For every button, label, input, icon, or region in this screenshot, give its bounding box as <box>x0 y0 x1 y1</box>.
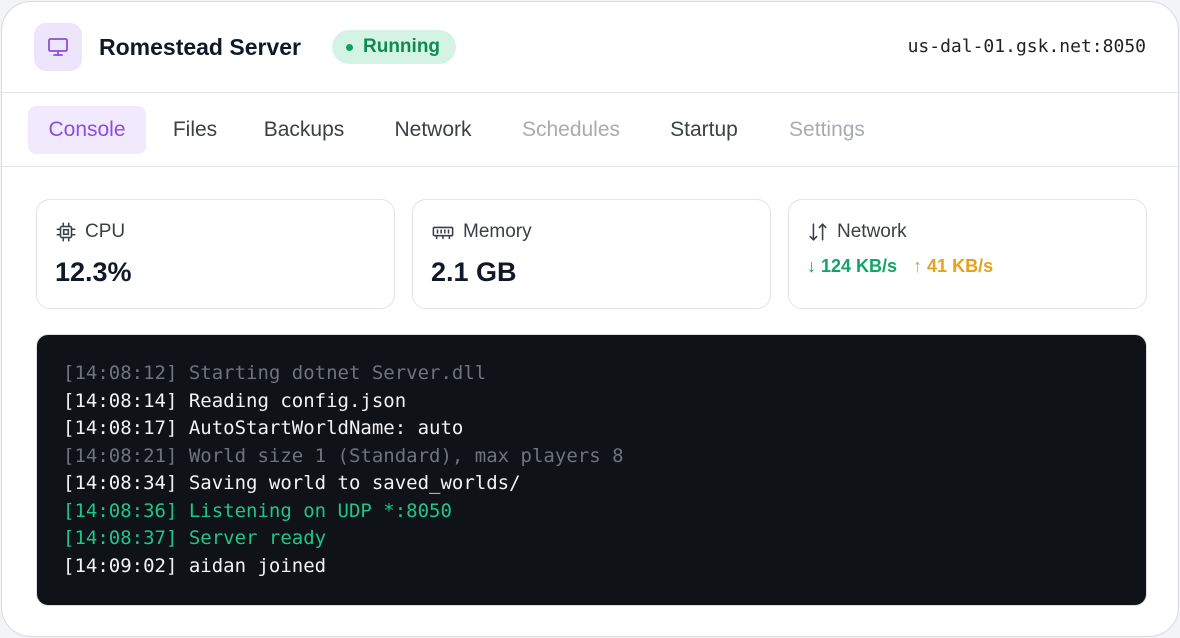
cpu-header: CPU <box>55 221 125 243</box>
status-dot-icon <box>346 43 353 51</box>
cpu-icon <box>56 222 76 242</box>
console-line: [14:08:17] AutoStartWorldName: auto <box>63 417 464 439</box>
network-card: Network ↓ 124 KB/s ↑ 41 KB/s <box>788 199 1147 309</box>
server-header: Romestead Server Running us-dal-01.gsk.n… <box>2 2 1178 92</box>
cpu-label: CPU <box>85 221 126 242</box>
tab-network[interactable]: Network <box>374 106 492 154</box>
network-header: Network <box>807 221 907 243</box>
memory-icon <box>432 226 454 240</box>
cpu-card: CPU 12.3% <box>36 199 395 309</box>
console-line: [14:08:12] Starting dotnet Server.dll <box>63 362 487 384</box>
cpu-value: 12.3% <box>55 257 132 287</box>
console-line: [14:08:14] Reading config.json <box>63 389 407 412</box>
server-name: Romestead Server <box>99 34 301 60</box>
memory-label: Memory <box>463 221 532 242</box>
server-panel: Romestead Server Running us-dal-01.gsk.n… <box>1 1 1179 637</box>
memory-header: Memory <box>431 221 532 243</box>
tabs-divider <box>2 166 1178 167</box>
console-line: [14:08:36] Listening on UDP *:8050 <box>63 499 452 522</box>
status-label: Running <box>363 36 441 57</box>
upload-rate: ↑ 41 KB/s <box>913 256 994 276</box>
console-line: [14:08:34] Saving world to saved_worlds/ <box>63 472 521 494</box>
download-rate: ↓ 124 KB/s <box>807 256 898 276</box>
console-line: [14:09:02] aidan joined <box>63 554 327 577</box>
transfer-arrows-icon <box>809 223 827 241</box>
console-line: [14:08:21] World size 1 (Standard), max … <box>63 444 624 467</box>
tab-console[interactable]: Console <box>28 106 146 154</box>
console-line: [14:08:37] Server ready <box>63 527 327 549</box>
network-label: Network <box>837 221 907 242</box>
memory-card: Memory 2.1 GB <box>412 199 771 309</box>
tab-bar: Console Files Backups Network Schedules … <box>2 93 1178 166</box>
console-output[interactable]: [14:08:12] Starting dotnet Server.dll [1… <box>36 334 1147 606</box>
monitor-icon <box>34 23 82 71</box>
tab-schedules: Schedules <box>521 118 621 141</box>
tab-settings: Settings <box>789 118 865 141</box>
memory-value: 2.1 GB <box>431 257 517 287</box>
server-host: us-dal-01.gsk.net:8050 <box>907 36 1146 57</box>
tab-files[interactable]: Files <box>156 106 234 154</box>
tab-startup[interactable]: Startup <box>650 106 758 154</box>
tab-backups[interactable]: Backups <box>244 106 364 154</box>
network-rates: ↓ 124 KB/s ↑ 41 KB/s <box>807 256 993 277</box>
status-badge: Running <box>332 30 457 64</box>
